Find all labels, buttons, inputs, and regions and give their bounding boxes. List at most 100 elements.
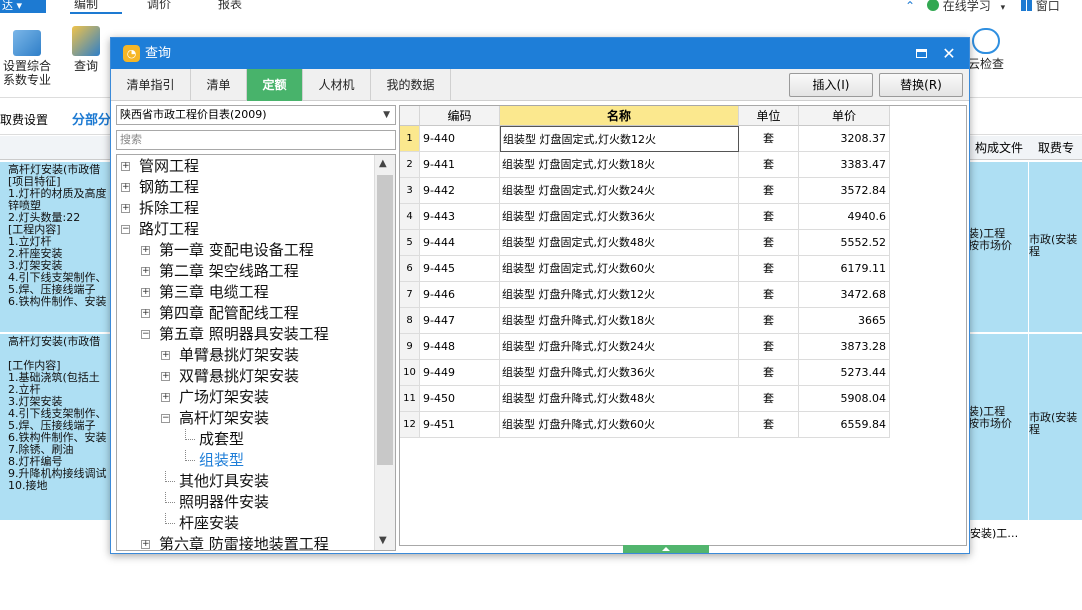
expand-plus-icon[interactable]: + <box>161 372 170 381</box>
grid-cell-name[interactable]: 组装型 灯盘固定式,灯火数24火 <box>500 178 739 204</box>
grid-cell-code[interactable]: 9-449 <box>420 360 500 386</box>
bg-item-composition-truncated[interactable]: 安装)工… <box>970 525 1018 541</box>
tree-node[interactable]: 其他灯具安装 <box>179 471 269 492</box>
grid-cell-unit[interactable]: 套 <box>739 152 799 178</box>
grid-cell-n[interactable]: 3 <box>400 178 420 204</box>
tree-node[interactable]: 广场灯架安装 <box>179 387 269 408</box>
scroll-down-icon[interactable]: ▼ <box>379 535 387 546</box>
grid-cell-name[interactable]: 组装型 灯盘升降式,灯火数48火 <box>500 386 739 412</box>
grid-cell-code[interactable]: 9-445 <box>420 256 500 282</box>
grid-cell-n[interactable]: 5 <box>400 230 420 256</box>
insert-button[interactable]: 插入(I) <box>789 73 873 97</box>
tree-node[interactable]: 组装型 <box>199 450 244 471</box>
tab-my-data[interactable]: 我的数据 <box>371 69 451 101</box>
tree-node[interactable]: 第五章 照明器具安装工程 <box>159 324 329 345</box>
grid-cell-code[interactable]: 9-443 <box>420 204 500 230</box>
menu-tab-report[interactable]: 报表 <box>218 0 242 11</box>
tree-node[interactable]: 单臂悬挑灯架安装 <box>179 345 299 366</box>
expand-plus-icon[interactable]: + <box>121 204 130 213</box>
collapse-minus-icon[interactable]: − <box>161 414 170 423</box>
grid-cell-price[interactable]: 3665 <box>799 308 890 334</box>
grid-cell-unit[interactable]: 套 <box>739 308 799 334</box>
grid-cell-name[interactable]: 组装型 灯盘升降式,灯火数18火 <box>500 308 739 334</box>
grid-cell-price[interactable]: 6179.11 <box>799 256 890 282</box>
expand-plus-icon[interactable]: + <box>141 267 150 276</box>
grid-cell-code[interactable]: 9-440 <box>420 126 500 152</box>
bg-item-composition[interactable]: 装)工程 按市场价 <box>968 334 1028 520</box>
tree-node[interactable]: 第二章 架空线路工程 <box>159 261 299 282</box>
bg-item-description[interactable]: 高杆灯安装(市政借 [项目特征] 1.灯杆的材质及高度 锌喷塑 2.灯头数量:2… <box>0 162 110 332</box>
tree-node[interactable]: 杆座安装 <box>179 513 239 534</box>
app-menu-button[interactable]: 达 ▾ <box>0 0 46 13</box>
grid-cell-n[interactable]: 12 <box>400 412 420 438</box>
replace-button[interactable]: 替换(R) <box>879 73 963 97</box>
expand-plus-icon[interactable]: + <box>141 309 150 318</box>
bg-item-fee-major[interactable]: 市政(安装 程 <box>1029 334 1082 520</box>
grid-cell-name[interactable]: 组装型 灯盘固定式,灯火数60火 <box>500 256 739 282</box>
grid-cell-code[interactable]: 9-444 <box>420 230 500 256</box>
grid-cell-price[interactable]: 5552.52 <box>799 230 890 256</box>
expand-plus-icon[interactable]: + <box>161 393 170 402</box>
grid-cell-unit[interactable]: 套 <box>739 360 799 386</box>
grid-cell-unit[interactable]: 套 <box>739 230 799 256</box>
grid-cell-n[interactable]: 10 <box>400 360 420 386</box>
grid-cell-price[interactable]: 3572.84 <box>799 178 890 204</box>
tab-labor-material-machine[interactable]: 人材机 <box>303 69 371 101</box>
grid-cell-n[interactable]: 1 <box>400 126 420 152</box>
grid-cell-unit[interactable]: 套 <box>739 204 799 230</box>
grid-cell-n[interactable]: 6 <box>400 256 420 282</box>
grid-cell-n[interactable]: 8 <box>400 308 420 334</box>
tree-node[interactable]: 第三章 电缆工程 <box>159 282 269 303</box>
maximize-icon[interactable] <box>911 38 931 69</box>
grid-cell-unit[interactable]: 套 <box>739 334 799 360</box>
bg-item-composition[interactable]: 装)工程 按市场价 <box>968 162 1028 332</box>
menu-tab-edit[interactable]: 编制 <box>74 0 98 11</box>
grid-cell-price[interactable]: 6559.84 <box>799 412 890 438</box>
grid-cell-code[interactable]: 9-442 <box>420 178 500 204</box>
close-icon[interactable]: ✕ <box>937 38 961 69</box>
panel-splitter-handle[interactable] <box>623 545 709 553</box>
grid-cell-name[interactable]: 组装型 灯盘升降式,灯火数36火 <box>500 360 739 386</box>
set-coefficient-button[interactable]: 设置综合 系数专业 <box>0 30 54 87</box>
grid-cell-price[interactable]: 5273.44 <box>799 360 890 386</box>
window-grid-icon[interactable] <box>1020 0 1032 11</box>
grid-cell-code[interactable]: 9-441 <box>420 152 500 178</box>
division-tab[interactable]: 分部分 <box>72 109 111 128</box>
expand-plus-icon[interactable]: + <box>141 288 150 297</box>
grid-cell-price[interactable]: 3208.37 <box>799 126 890 152</box>
expand-plus-icon[interactable]: + <box>121 162 130 171</box>
collapse-ribbon-icon[interactable]: ⌃ <box>905 0 915 13</box>
grid-cell-n[interactable]: 2 <box>400 152 420 178</box>
online-learning-dropdown-icon[interactable]: ▾ <box>1001 3 1006 13</box>
quota-library-select[interactable]: 陕西省市政工程价目表(2009) ▼ <box>116 105 396 125</box>
bg-item-description[interactable]: 高杆灯安装(市政借 [工作内容] 1.基础浇筑(包括土 2.立杆 3.灯架安装 … <box>0 334 110 520</box>
grid-cell-price[interactable]: 3472.68 <box>799 282 890 308</box>
tree-node[interactable]: 拆除工程 <box>139 198 199 219</box>
tree-node[interactable]: 路灯工程 <box>139 219 199 240</box>
online-learning-link[interactable]: 在线学习 <box>943 0 991 13</box>
grid-cell-name[interactable]: 组装型 灯盘固定式,灯火数36火 <box>500 204 739 230</box>
grid-cell-n[interactable]: 9 <box>400 334 420 360</box>
menu-tab-adjust-price[interactable]: 调价 <box>147 0 171 11</box>
expand-plus-icon[interactable]: + <box>161 351 170 360</box>
grid-cell-code[interactable]: 9-447 <box>420 308 500 334</box>
grid-header-price[interactable]: 单价 <box>799 106 890 126</box>
grid-cell-unit[interactable]: 套 <box>739 126 799 152</box>
expand-plus-icon[interactable]: + <box>121 183 130 192</box>
grid-cell-code[interactable]: 9-448 <box>420 334 500 360</box>
collapse-minus-icon[interactable]: − <box>141 330 150 339</box>
grid-cell-unit[interactable]: 套 <box>739 412 799 438</box>
scroll-up-icon[interactable]: ▲ <box>379 158 387 169</box>
grid-cell-unit[interactable]: 套 <box>739 386 799 412</box>
tree-node[interactable]: 照明器件安装 <box>179 492 269 513</box>
tree-node[interactable]: 高杆灯架安装 <box>179 408 269 429</box>
tree-scrollbar[interactable]: ▲ ▼ <box>374 155 395 550</box>
window-menu[interactable]: 窗口 <box>1036 0 1060 13</box>
tab-bill-guide[interactable]: 清单指引 <box>111 69 191 101</box>
chevron-down-icon[interactable]: ▼ <box>383 106 390 124</box>
grid-cell-name[interactable]: 组装型 灯盘固定式,灯火数48火 <box>500 230 739 256</box>
grid-cell-code[interactable]: 9-450 <box>420 386 500 412</box>
grid-cell-unit[interactable]: 套 <box>739 282 799 308</box>
grid-cell-name[interactable]: 组装型 灯盘升降式,灯火数24火 <box>500 334 739 360</box>
cloud-check-button[interactable]: 云检查 <box>966 28 1006 71</box>
